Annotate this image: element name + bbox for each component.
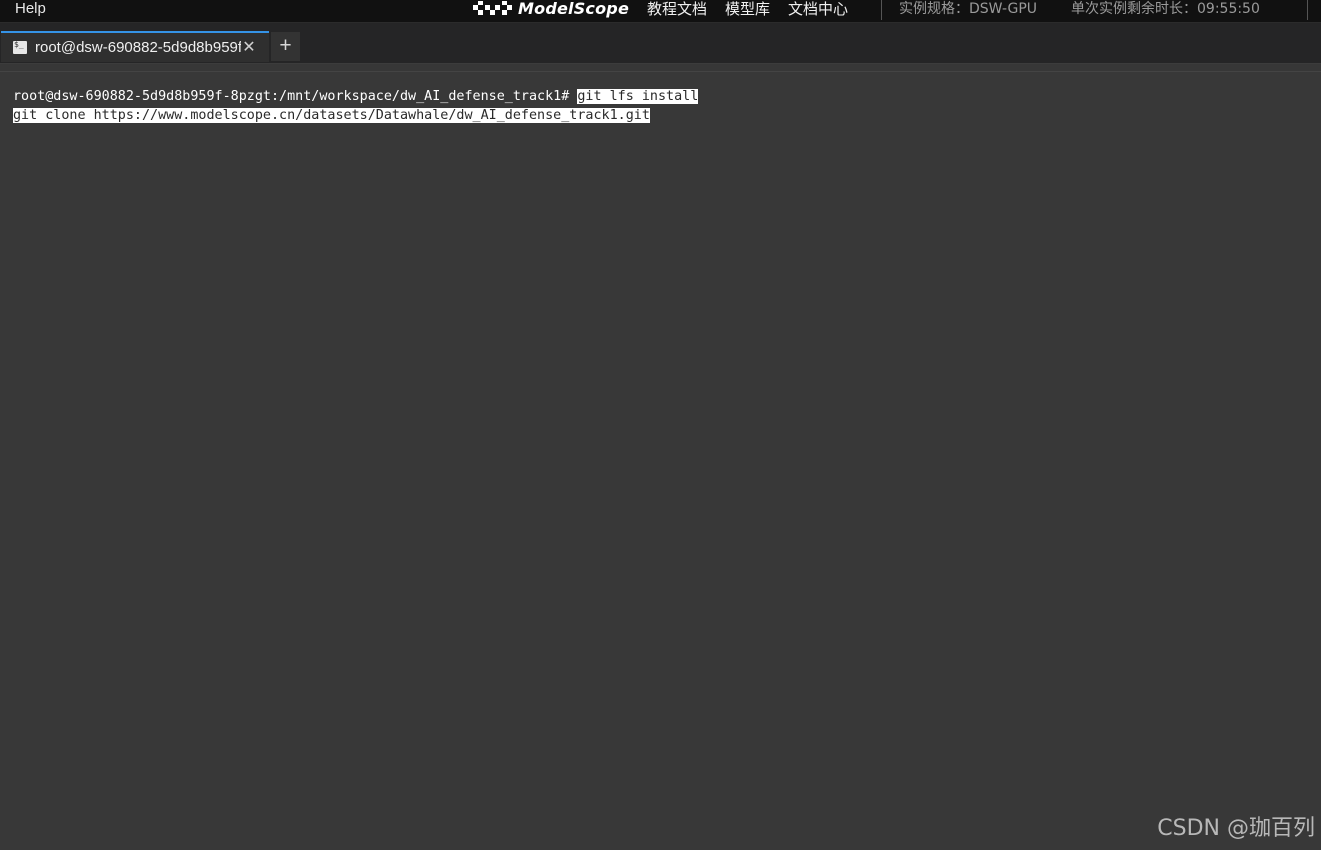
terminal-line-1: root@dsw-690882-5d9d8b959f-8pzgt:/mnt/wo…	[13, 88, 699, 105]
instance-spec: 实例规格：DSW-GPU	[899, 1, 1038, 17]
brand[interactable]: ModelScope	[473, 0, 629, 18]
terminal-tabbar: root@dsw-690882-5d9d8b959f-8pzgt: /mnt/w…	[0, 23, 1321, 64]
nav-item-tutorials[interactable]: 教程文档	[647, 0, 707, 18]
tab-terminal[interactable]: root@dsw-690882-5d9d8b959f-8pzgt: /mnt/w…	[1, 31, 269, 62]
terminal-line-2: git clone https://www.modelscope.cn/data…	[13, 107, 650, 124]
close-icon[interactable]: ✕	[241, 39, 257, 56]
remaining-time: 单次实例剩余时长：09:55:50	[1071, 1, 1260, 17]
nav-item-model-library[interactable]: 模型库	[725, 0, 770, 18]
top-menubar: Help ModelScope 教程文档 模型库 文档中心 实例规格：DSW-G…	[0, 0, 1321, 23]
terminal-command-git-clone: git clone https://www.modelscope.cn/data…	[13, 108, 650, 123]
menubar-divider-right	[1307, 0, 1308, 20]
nav-item-docs-center[interactable]: 文档中心	[788, 0, 848, 18]
watermark: CSDN @珈百列	[1157, 816, 1315, 841]
brand-name: ModelScope	[518, 0, 630, 18]
terminal-area[interactable]: root@dsw-690882-5d9d8b959f-8pzgt:/mnt/wo…	[0, 71, 1321, 850]
plus-icon[interactable]: +	[271, 32, 300, 61]
modelscope-logo-icon	[473, 1, 512, 15]
menubar-divider	[881, 0, 882, 20]
help-menu[interactable]: Help	[15, 0, 46, 18]
terminal-prompt: root@dsw-690882-5d9d8b959f-8pzgt:/mnt/wo…	[13, 89, 578, 104]
terminal-icon	[13, 40, 27, 54]
top-nav: 教程文档 模型库 文档中心	[647, 0, 848, 18]
tab-label: root@dsw-690882-5d9d8b959f-8pzgt: /mnt/w…	[35, 39, 241, 56]
terminal-command-lfs-install: git lfs install	[577, 89, 699, 104]
